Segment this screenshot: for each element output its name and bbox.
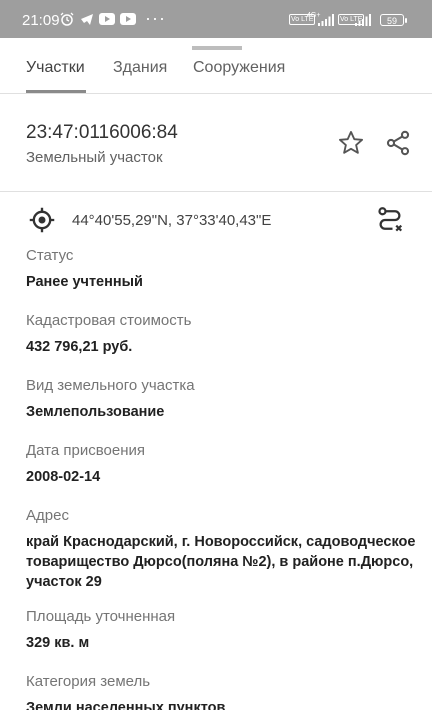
field-value: Земли населенных пунктов bbox=[26, 700, 226, 710]
youtube-icon bbox=[99, 12, 115, 30]
star-icon[interactable] bbox=[337, 129, 365, 162]
coordinates-text: 44°40'55,29"N, 37°33'40,43"E bbox=[72, 212, 272, 229]
alarm-icon bbox=[60, 12, 74, 31]
drag-handle[interactable] bbox=[192, 46, 242, 50]
attributes-list: Статус Ранее учтенный Кадастровая стоимо… bbox=[0, 246, 432, 710]
share-icon[interactable] bbox=[384, 129, 412, 162]
cadastral-number: 23:47:0116006:84 bbox=[26, 122, 178, 143]
tab-plots[interactable]: Участки bbox=[26, 59, 85, 77]
youtube-icon bbox=[120, 12, 136, 30]
tab-structures[interactable]: Сооружения bbox=[193, 59, 285, 77]
field-label: Кадастровая стоимость bbox=[26, 312, 192, 329]
signal-icon bbox=[318, 13, 334, 31]
field-value: 329 кв. м bbox=[26, 635, 90, 651]
telegram-icon bbox=[80, 12, 94, 31]
status-bar: 21:09 ··· Vo LTE 4G+ Vo LTE 59 bbox=[0, 0, 432, 38]
field-label: Дата присвоения bbox=[26, 442, 145, 459]
field-value: Ранее учтенный bbox=[26, 274, 143, 290]
field-value: Землепользование bbox=[26, 404, 165, 420]
field-plot-kind: Вид земельного участка Землепользование bbox=[26, 376, 426, 422]
battery-icon: 59 bbox=[380, 14, 407, 26]
object-type: Земельный участок bbox=[26, 149, 163, 166]
field-value: 2008-02-14 bbox=[26, 469, 101, 485]
field-area: Площадь уточненная 329 кв. м bbox=[26, 607, 426, 653]
object-header: 23:47:0116006:84 Земельный участок bbox=[0, 93, 432, 192]
field-status: Статус Ранее учтенный bbox=[26, 246, 426, 292]
field-label: Статус bbox=[26, 247, 74, 264]
tab-buildings[interactable]: Здания bbox=[113, 59, 167, 77]
coordinates-row: 44°40'55,29"N, 37°33'40,43"E bbox=[0, 192, 432, 248]
signal-icon bbox=[355, 13, 371, 31]
field-cadastral-cost: Кадастровая стоимость 432 796,21 руб. bbox=[26, 311, 426, 357]
field-value: 432 796,21 руб. bbox=[26, 339, 133, 355]
field-address: Адрес край Краснодарский, г. Новороссийс… bbox=[26, 506, 426, 592]
field-label: Категория земель bbox=[26, 673, 151, 690]
route-icon[interactable] bbox=[375, 205, 405, 240]
field-label: Вид земельного участка bbox=[26, 377, 195, 394]
more-notifications-icon: ··· bbox=[145, 8, 166, 28]
status-time: 21:09 bbox=[22, 12, 60, 29]
field-label: Адрес bbox=[26, 507, 69, 524]
field-assignment-date: Дата присвоения 2008-02-14 bbox=[26, 441, 426, 487]
field-value: край Краснодарский, г. Новороссийск, сад… bbox=[26, 534, 416, 590]
field-land-category: Категория земель Земли населенных пункто… bbox=[26, 672, 426, 710]
field-label: Площадь уточненная bbox=[26, 608, 176, 625]
location-target-icon[interactable] bbox=[28, 206, 56, 239]
